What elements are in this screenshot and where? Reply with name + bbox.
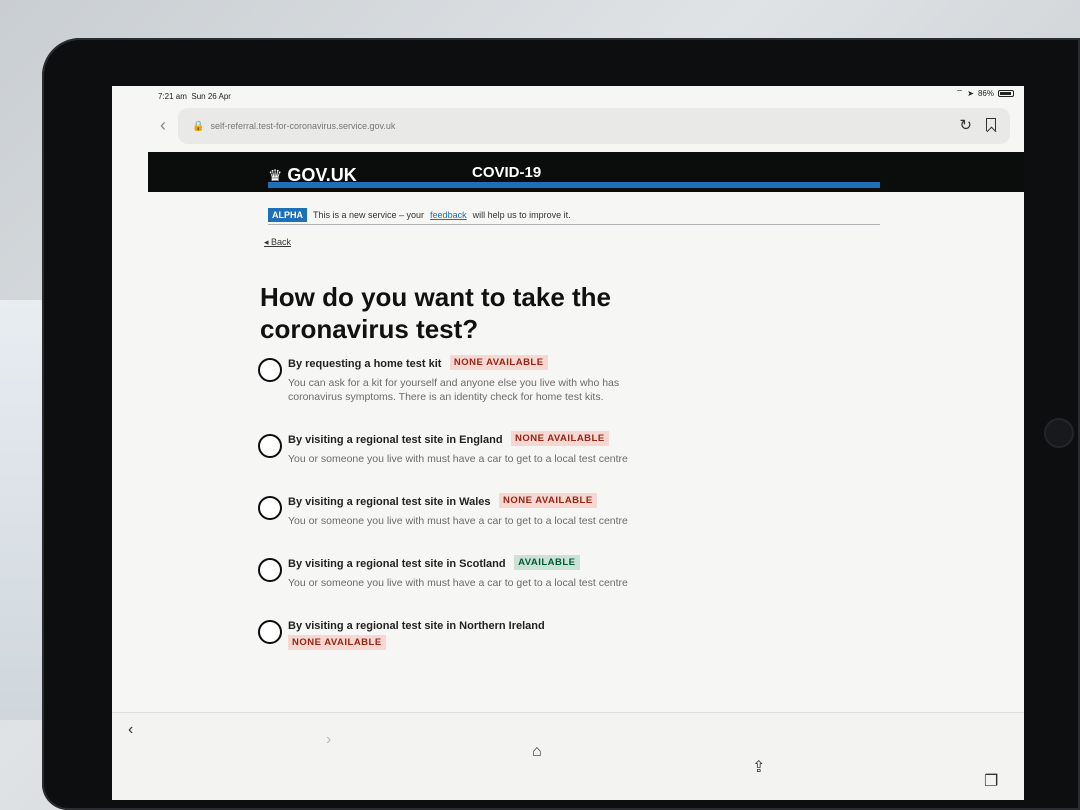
- option-label[interactable]: By visiting a regional test site in Scot…: [288, 558, 506, 570]
- browser-toolbar: ‹ › ⌂ ⇪ ❐: [112, 712, 1024, 800]
- option-hint: You or someone you live with must have a…: [288, 453, 628, 465]
- url-text[interactable]: self-referral.test-for-coronavirus.servi…: [210, 121, 395, 131]
- status-tag: NONE AVAILABLE: [449, 355, 548, 371]
- share-icon[interactable]: ⇪: [752, 757, 765, 777]
- service-name[interactable]: COVID-19: [472, 164, 541, 181]
- address-bar[interactable]: ‹ 🔒 self-referral.test-for-coronavirus.s…: [160, 108, 1010, 144]
- home-icon[interactable]: ⌂: [532, 743, 542, 761]
- banner-text-after: will help us to improve it.: [472, 209, 571, 220]
- option-hint: You or someone you live with must have a…: [288, 577, 628, 589]
- radio-button[interactable]: [258, 358, 282, 382]
- option-label[interactable]: By visiting a regional test site in Nort…: [288, 620, 545, 632]
- status-tag: NONE AVAILABLE: [499, 493, 597, 509]
- feedback-link[interactable]: feedback: [430, 210, 467, 220]
- radio-options: By requesting a home test kit NONE AVAIL…: [254, 354, 674, 678]
- option-label[interactable]: By visiting a regional test site in Engl…: [288, 434, 503, 446]
- status-time: 7:21 am Sun 26 Apr: [158, 92, 231, 101]
- chevron-left-icon[interactable]: ‹: [128, 721, 133, 739]
- reload-icon[interactable]: ↻: [959, 116, 972, 134]
- header-blue-bar: [268, 182, 880, 188]
- option-england[interactable]: By visiting a regional test site in Engl…: [254, 430, 674, 466]
- phase-banner: ALPHA This is a new service – your feedb…: [268, 205, 880, 225]
- radio-button[interactable]: [258, 434, 282, 458]
- status-indicators: ⌔ ➤ 86%: [956, 88, 1014, 98]
- radio-button[interactable]: [258, 496, 282, 520]
- radio-button[interactable]: [258, 558, 282, 582]
- battery-percent: 86%: [977, 88, 994, 98]
- option-scotland[interactable]: By visiting a regional test site in Scot…: [254, 554, 674, 590]
- tabs-icon[interactable]: ❐: [984, 771, 998, 791]
- battery-icon: [998, 89, 1014, 97]
- wifi-icon: ⌔: [955, 88, 964, 97]
- phase-tag: ALPHA: [268, 207, 307, 222]
- banner-text-before: This is a new service – your: [313, 209, 425, 220]
- option-hint: You can ask for a kit for yourself and a…: [288, 377, 620, 403]
- option-hint: You or someone you live with must have a…: [288, 515, 628, 527]
- location-icon: ➤: [967, 88, 974, 98]
- camera-icon: [1044, 418, 1074, 448]
- radio-button[interactable]: [258, 620, 282, 644]
- lock-icon: 🔒: [192, 120, 205, 132]
- status-tag: NONE AVAILABLE: [511, 431, 609, 447]
- chevron-right-icon[interactable]: ›: [326, 731, 331, 749]
- option-northern-ireland[interactable]: By visiting a regional test site in Nort…: [254, 616, 674, 652]
- option-home-test-kit[interactable]: By requesting a home test kit NONE AVAIL…: [254, 354, 674, 404]
- option-wales[interactable]: By visiting a regional test site in Wale…: [254, 492, 674, 528]
- status-tag: AVAILABLE: [514, 555, 580, 571]
- ipad-screen: 7:21 am Sun 26 Apr ⌔ ➤ 86% ‹ 🔒 self-refe…: [112, 86, 1024, 800]
- browser-back-icon[interactable]: ‹: [160, 115, 166, 136]
- status-bar: 7:21 am Sun 26 Apr ⌔ ➤ 86%: [112, 86, 1024, 108]
- status-tag: NONE AVAILABLE: [288, 635, 386, 651]
- back-link[interactable]: ◂ Back: [264, 237, 291, 248]
- bookmark-icon[interactable]: [986, 118, 996, 131]
- page-title: How do you want to take the coronavirus …: [260, 282, 612, 344]
- option-label[interactable]: By visiting a regional test site in Wale…: [288, 496, 491, 508]
- option-label[interactable]: By requesting a home test kit: [288, 358, 441, 370]
